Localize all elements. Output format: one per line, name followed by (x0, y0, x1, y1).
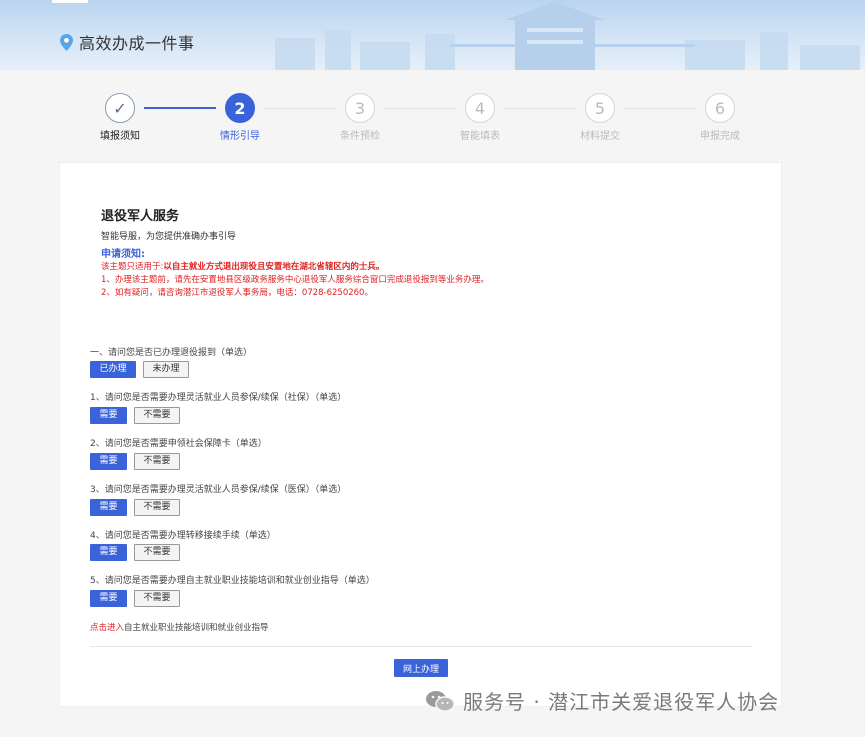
checkmark-icon: ✓ (105, 93, 135, 123)
question-medical-insurance-options: 需要 不需要 (90, 499, 180, 516)
option-no-need-button[interactable]: 不需要 (134, 544, 180, 561)
step-1[interactable]: ✓ 填报须知 (85, 90, 155, 142)
step-label: 智能填表 (460, 131, 500, 142)
guidance-card: 退役军人服务 智能导服，为您提供准确办事引导 申请须知: 该主题只适用于:以自主… (59, 162, 782, 707)
progress-steps: ✓ 填报须知 2 情形引导 3 条件预检 4 智能填表 5 材料提交 6 申报完… (0, 90, 865, 150)
notice-item-2: 2、如有疑问，请咨询潜江市退役军人事务局，电话：0728-6250260。 (101, 288, 373, 298)
option-need-button[interactable]: 需要 (90, 499, 127, 516)
page-title: 高效办成一件事 (79, 34, 195, 53)
step-4: 4 智能填表 (445, 90, 515, 142)
question-social-insurance-options: 需要 不需要 (90, 407, 180, 424)
option-no-need-button[interactable]: 不需要 (134, 407, 180, 424)
option-need-button[interactable]: 需要 (90, 453, 127, 470)
banner-accent-line (52, 0, 88, 3)
question-transfer: 4、请问您是否需要办理转移接续手续（单选） (90, 531, 276, 541)
option-need-button[interactable]: 需要 (90, 407, 127, 424)
city-skyline-illustration (275, 2, 860, 70)
step-6: 6 申报完成 (685, 90, 755, 142)
step-number: 3 (345, 93, 375, 123)
notice-prefix: 该主题只适用于: (101, 262, 164, 272)
question-registration: 一、请问您是否已办理退役报到（单选） (90, 348, 253, 358)
notice-applicability-bold: 以自主就业方式退出现役且安置地在湖北省辖区内的士兵。 (163, 262, 385, 272)
option-not-registered-button[interactable]: 未办理 (143, 361, 189, 378)
step-label: 情形引导 (220, 131, 260, 142)
option-registered-button[interactable]: 已办理 (90, 361, 136, 378)
notice-item-1: 1、办理该主题前，请先在安置地县区级政务服务中心退役军人服务综合窗口完成退役报到… (101, 275, 489, 285)
notice-heading: 申请须知: (101, 249, 145, 260)
step-number: 5 (585, 93, 615, 123)
option-no-need-button[interactable]: 不需要 (134, 453, 180, 470)
wechat-watermark: 服务号 · 潜江市关爱退役军人协会 (425, 686, 779, 715)
header-banner: 高效办成一件事 (0, 0, 865, 70)
question-medical-insurance: 3、请问您是否需要办理灵活就业人员参保/续保（医保）（单选） (90, 485, 347, 495)
notice-applicability: 该主题只适用于:以自主就业方式退出现役且安置地在湖北省辖区内的士兵。 (101, 260, 384, 272)
question-social-security-card: 2、请问您是否需要申领社会保障卡（单选） (90, 439, 267, 449)
wechat-icon (426, 690, 455, 712)
divider (90, 646, 752, 647)
question-social-security-card-options: 需要 不需要 (90, 453, 180, 470)
apply-online-button[interactable]: 网上办理 (394, 659, 448, 677)
step-number: 4 (465, 93, 495, 123)
step-number: 6 (705, 93, 735, 123)
step-label: 填报须知 (100, 131, 140, 142)
option-no-need-button[interactable]: 不需要 (134, 499, 180, 516)
step-label: 条件预检 (340, 131, 380, 142)
service-title: 退役军人服务 (101, 209, 180, 224)
question-training: 5、请问您是否需要办理自主就业职业技能培训和就业创业指导（单选） (90, 576, 375, 586)
watermark-text: 服务号 · 潜江市关爱退役军人协会 (463, 690, 780, 714)
option-no-need-button[interactable]: 不需要 (134, 590, 180, 607)
question-transfer-options: 需要 不需要 (90, 544, 180, 561)
question-social-insurance: 1、请问您是否需要办理灵活就业人员参保/续保（社保）（单选） (90, 393, 347, 403)
option-need-button[interactable]: 需要 (90, 544, 127, 561)
step-number: 2 (225, 93, 255, 123)
step-5: 5 材料提交 (565, 90, 635, 142)
step-label: 材料提交 (580, 131, 620, 142)
option-need-button[interactable]: 需要 (90, 590, 127, 607)
location-pin-icon (60, 33, 73, 51)
step-2[interactable]: 2 情形引导 (205, 90, 275, 142)
step-3: 3 条件预检 (325, 90, 395, 142)
question-training-options: 需要 不需要 (90, 590, 180, 607)
training-link-text: 自主就业职业技能培训和就业创业指导 (124, 623, 269, 633)
service-subtitle: 智能导服，为您提供准确办事引导 (101, 232, 237, 242)
training-link-line: 点击进入自主就业职业技能培训和就业创业指导 (90, 621, 269, 633)
question-registration-options: 已办理 未办理 (90, 361, 189, 378)
step-label: 申报完成 (700, 131, 740, 142)
enter-link[interactable]: 点击进入 (90, 623, 124, 633)
